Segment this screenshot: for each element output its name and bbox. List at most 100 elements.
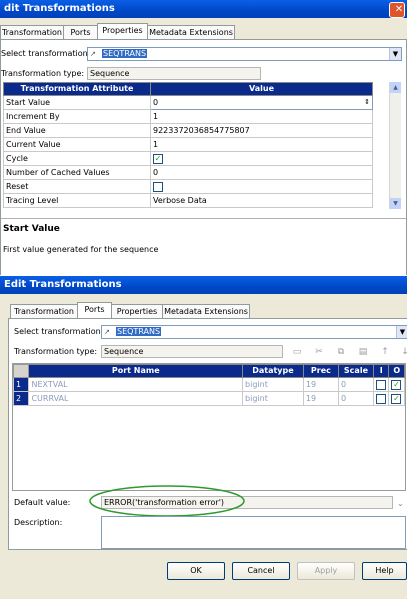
row-number: 2 [12,391,30,406]
column-header-attribute: Transformation Attribute [3,82,151,96]
column-header-value: Value [150,82,373,96]
back-tabs: Transformation Ports Properties Metadata… [0,23,407,40]
end-value-value[interactable]: 9223372036854775807 [150,123,373,138]
select-transformation-value: SEQTRANS [102,49,148,58]
table-row[interactable]: Current Value 1 [3,137,373,152]
cut-icon[interactable]: ✂ [314,347,324,357]
datatype-cell[interactable]: bigint [242,391,304,406]
table-row[interactable]: End Value 9223372036854775807 [3,123,373,138]
close-icon[interactable]: ✕ [389,2,405,18]
tab-metadata-extensions[interactable]: Metadata Extensions [162,304,250,318]
divider [1,218,406,219]
output-checkbox[interactable]: ✓ [391,379,402,390]
front-panel: Select transformation: ↗ SEQTRANS ▼ Tran… [8,318,407,550]
ports-header-row: Port Name Datatype Prec Scale I O [12,364,405,378]
increment-by-value[interactable]: 1 [150,109,373,124]
tab-properties[interactable]: Properties [111,304,163,318]
attr-increment-by: Increment By [3,109,151,124]
chevron-down-icon[interactable]: ⌄ [397,499,404,508]
attr-start-value: Start Value [3,95,151,110]
properties-header-row: Transformation Attribute Value [3,82,373,96]
select-transformation-value: SEQTRANS [116,327,162,336]
cancel-button[interactable]: Cancel [232,562,290,580]
spinner-icon[interactable]: ⇕ [364,97,370,109]
move-down-icon[interactable]: ↓ [400,347,407,357]
back-dialog-title: dit Transformations [4,3,115,14]
column-header-input: I [372,364,390,378]
port-name-cell[interactable]: CURRVAL [28,391,244,406]
table-row[interactable]: 2 CURRVAL bigint 19 0 ✓ [12,391,405,406]
table-row[interactable]: Increment By 1 [3,109,373,124]
input-checkbox[interactable] [376,393,386,404]
tab-metadata-extensions[interactable]: Metadata Extensions [147,25,235,39]
chevron-down-icon[interactable]: ▼ [389,48,401,60]
back-panel: Select transformation: ↗ SEQTRANS ▼ Tran… [0,39,407,275]
column-header-prec: Prec [302,364,339,378]
properties-scrollbar[interactable]: ▲ ▼ [389,82,401,209]
table-row[interactable]: Start Value 0 ⇕ [3,95,373,110]
ports-grid-area: Port Name Datatype Prec Scale I O 1 NEXT… [12,363,406,491]
tab-ports[interactable]: Ports [63,25,98,39]
help-button[interactable]: Help [362,562,407,580]
tab-properties[interactable]: Properties [97,23,148,40]
row-number: 1 [12,377,30,392]
scroll-up-icon[interactable]: ▲ [390,82,401,93]
chevron-down-icon[interactable]: ▼ [396,326,407,338]
prec-cell[interactable]: 19 [302,391,339,406]
table-row[interactable]: Tracing Level Verbose Data [3,193,373,208]
highlight-oval-shape [89,485,245,517]
output-checkbox[interactable]: ✓ [391,393,402,404]
tab-transformation[interactable]: Transformation [0,25,64,39]
ok-button[interactable]: OK [167,562,225,580]
table-row[interactable]: 1 NEXTVAL bigint 19 0 ✓ [12,377,405,392]
copy-icon[interactable]: ⧉ [336,347,346,357]
column-header-scale: Scale [337,364,375,378]
sequence-icon: ↗ [90,50,96,58]
front-dialog: Edit Transformations Transformation Port… [0,276,407,599]
table-row[interactable]: Number of Cached Values 0 [3,165,373,180]
apply-button[interactable]: Apply [297,562,355,580]
back-dialog-titlebar: dit Transformations ✕ [0,0,407,18]
front-tabs: Transformation Ports Properties Metadata… [10,302,407,319]
datatype-cell[interactable]: bigint [242,377,304,392]
transformation-type-label: Transformation type: [14,347,98,356]
scale-cell[interactable]: 0 [337,391,375,406]
attr-current-value: Current Value [3,137,151,152]
table-row[interactable]: Cycle ✓ [3,151,373,166]
move-up-icon[interactable]: ↑ [380,347,390,357]
select-transformation-label: Select transformation: [1,49,91,58]
new-port-icon[interactable]: ▭ [292,347,302,357]
tab-ports[interactable]: Ports [77,302,112,319]
column-header-port-name: Port Name [28,364,244,378]
table-row[interactable]: Reset [3,179,373,194]
scroll-down-icon[interactable]: ▼ [390,198,401,209]
front-dialog-titlebar: Edit Transformations [0,276,407,294]
paste-icon[interactable]: ▤ [358,347,368,357]
front-dialog-title: Edit Transformations [4,279,122,290]
attr-reset: Reset [3,179,151,194]
port-name-cell[interactable]: NEXTVAL [28,377,244,392]
select-transformation-combo[interactable]: ↗ SEQTRANS ▼ [87,47,402,61]
current-value-value[interactable]: 1 [150,137,373,152]
transformation-type-label: Transformation type: [1,69,85,78]
cached-values-value[interactable]: 0 [150,165,373,180]
cycle-checkbox[interactable]: ✓ [153,153,163,164]
tracing-level-value[interactable]: Verbose Data [150,193,373,208]
row-selector-header [12,364,30,378]
description-label: Description: [14,518,63,527]
properties-table: Transformation Attribute Value Start Val… [3,82,373,208]
start-value-field[interactable]: 0 ⇕ [150,95,373,110]
description-textarea[interactable] [101,516,406,549]
reset-checkbox[interactable] [153,181,163,192]
column-header-output: O [388,364,405,378]
attr-tracing-level: Tracing Level [3,193,151,208]
select-transformation-combo[interactable]: ↗ SEQTRANS ▼ [101,325,407,339]
scale-cell[interactable]: 0 [337,377,375,392]
default-value-label: Default value: [14,498,71,507]
input-checkbox[interactable] [376,379,386,390]
ports-table: Port Name Datatype Prec Scale I O 1 NEXT… [12,364,405,406]
prec-cell[interactable]: 19 [302,377,339,392]
tab-transformation[interactable]: Transformation [10,304,78,318]
transformation-type-value: Sequence [101,345,283,358]
sequence-icon: ↗ [104,328,110,336]
